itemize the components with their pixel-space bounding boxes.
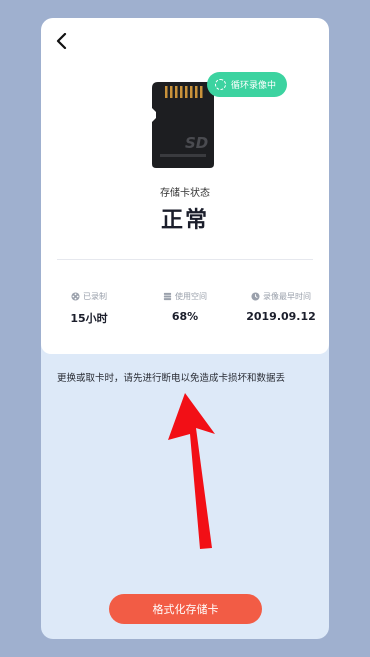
loop-recording-badge: 循环录像中	[207, 72, 287, 97]
divider	[57, 259, 313, 260]
loop-icon	[215, 79, 226, 90]
stat-recorded: 已录制 15小时	[41, 290, 137, 326]
stat-label: 使用空间	[175, 291, 207, 301]
stats-row: 已录制 15小时 使用空间 68% 录像最早时间 2019.09.12	[41, 290, 329, 330]
stat-value: 68%	[171, 310, 199, 323]
back-button[interactable]	[51, 30, 73, 52]
sd-card-panel: SD 循环录像中 存储卡状态 正常 已录制 15小时 使用空间 68% 录像最早…	[41, 18, 329, 639]
status-label: 存储卡状态	[160, 188, 210, 199]
stat-value: 15小时	[70, 312, 108, 325]
clock-icon	[251, 291, 260, 301]
stat-used-space: 使用空间 68%	[137, 290, 233, 323]
removal-notice: 更换或取卡时，请先进行断电以免造成卡损坏和数据丢	[57, 373, 286, 384]
stat-label: 已录制	[83, 291, 107, 301]
status-value: 正常	[160, 208, 209, 233]
storage-icon	[163, 292, 172, 300]
sd-card-image: SD	[152, 82, 214, 168]
stat-earliest-time: 录像最早时间 2019.09.12	[233, 290, 329, 324]
sd-status-card: SD 循环录像中 存储卡状态 正常 已录制 15小时 使用空间 68% 录像最早…	[41, 18, 329, 354]
badge-label: 循环录像中	[231, 81, 277, 91]
chevron-left-icon	[56, 33, 67, 49]
sd-label: SD	[185, 134, 208, 152]
stat-value: 2019.09.12	[246, 310, 316, 323]
record-reel-icon	[71, 291, 80, 301]
stat-label: 录像最早时间	[263, 291, 311, 301]
format-sd-card-button[interactable]: 格式化存储卡	[109, 594, 262, 624]
